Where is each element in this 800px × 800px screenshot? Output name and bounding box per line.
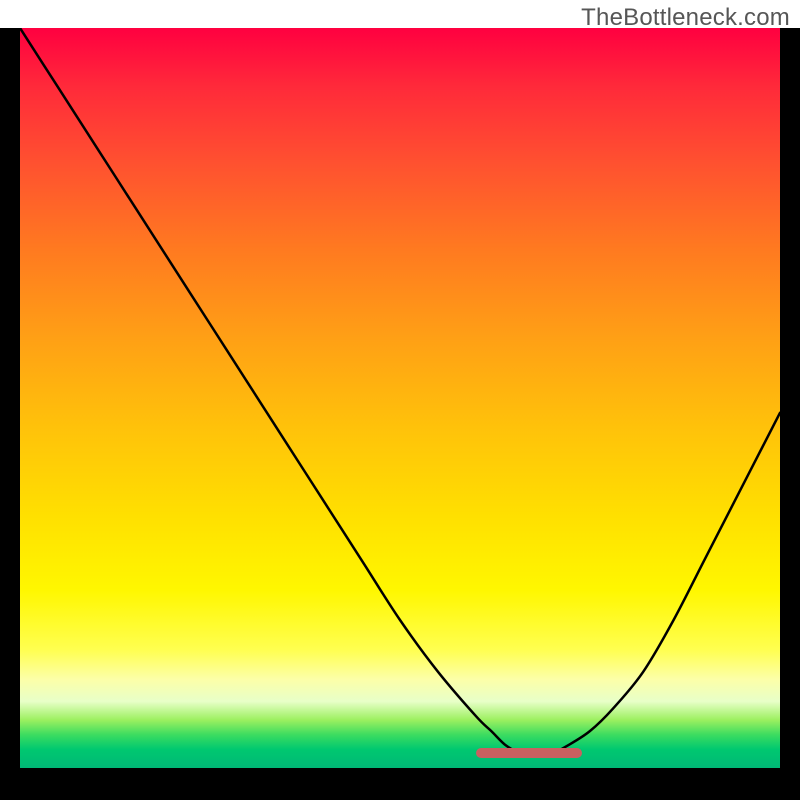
plot-frame-left bbox=[0, 28, 20, 800]
optimal-region-highlight bbox=[476, 748, 582, 758]
watermark-text: TheBottleneck.com bbox=[581, 4, 790, 32]
plot-frame-bottom bbox=[0, 768, 800, 800]
plot-frame-right bbox=[780, 28, 800, 800]
bottleneck-curve bbox=[20, 28, 780, 768]
